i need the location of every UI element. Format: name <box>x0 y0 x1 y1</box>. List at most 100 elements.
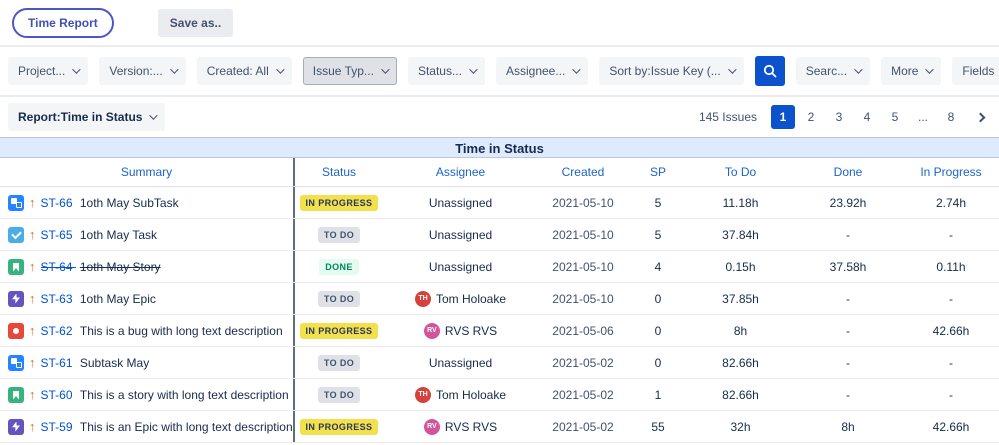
summary-cell: ↑ ST-65 1oth May Task <box>0 219 295 250</box>
chevron-down-icon <box>925 65 935 74</box>
issue-key-link[interactable]: ST-61 <box>41 356 76 370</box>
summary-cell: ↑ ST-59 This is an Epic with long text d… <box>0 411 295 442</box>
status-filter[interactable]: Status... <box>407 57 485 85</box>
column-header-assignee[interactable]: Assignee <box>383 158 538 186</box>
todo-cell: 32h <box>730 419 751 434</box>
todo-cell: 37.84h <box>722 227 759 242</box>
created-filter-label: Created: All <box>206 64 269 78</box>
in-progress-cell: 0.11h <box>936 259 966 274</box>
done-cell: - <box>846 291 850 306</box>
page-button-5[interactable]: 5 <box>883 105 907 129</box>
priority-high-icon: ↑ <box>29 195 36 210</box>
column-header-status[interactable]: Status <box>295 158 383 186</box>
sp-cell: 5 <box>654 227 662 242</box>
search-icon <box>763 64 777 78</box>
assignee-name: Unassigned <box>428 259 493 274</box>
page-button-4[interactable]: 4 <box>855 105 879 129</box>
table-row: ↑ ST-61 Subtask May TO DO Unassigned 202… <box>0 347 999 379</box>
column-header-sp[interactable]: SP <box>628 158 688 186</box>
issue-summary: This is a bug with long text description <box>79 323 283 338</box>
filter-right-group: More Fields <box>881 57 999 85</box>
column-header-todo[interactable]: To Do <box>688 158 793 186</box>
created-cell: 2021-05-10 <box>552 195 614 210</box>
search-text-filter[interactable]: Searc... <box>795 57 871 85</box>
fields-filter-label: Fields <box>962 64 995 78</box>
assignee-filter[interactable]: Assignee... <box>495 57 589 85</box>
page-button-8[interactable]: 8 <box>939 105 963 129</box>
done-cell: - <box>846 227 850 242</box>
issue-summary: 1oth May Story <box>79 259 161 274</box>
status-badge: IN PROGRESS <box>299 418 379 435</box>
chevron-down-icon <box>727 65 737 74</box>
assignee-name: Tom Holoake <box>435 291 507 306</box>
in-progress-cell: - <box>949 227 953 242</box>
assignee-avatar: RV <box>423 418 440 435</box>
page-button-2[interactable]: 2 <box>799 105 823 129</box>
time-report-button[interactable]: Time Report <box>12 7 114 38</box>
report-selector[interactable]: Report:Time in Status <box>8 103 166 131</box>
column-header-in-progress[interactable]: In Progress <box>903 158 999 186</box>
summary-text: ST-64 1oth May Story <box>41 260 161 274</box>
more-filter-label: More <box>891 64 919 78</box>
priority-high-icon: ↑ <box>29 259 36 274</box>
project-filter[interactable]: Project... <box>8 57 89 85</box>
issue-key-link[interactable]: ST-59 <box>41 420 76 434</box>
created-cell: 2021-05-10 <box>552 291 614 306</box>
save-as-button[interactable]: Save as.. <box>157 8 234 37</box>
sort-by-filter-label: Sort by:Issue Key (... <box>609 64 721 78</box>
issue-type-icon <box>8 386 24 403</box>
created-filter[interactable]: Created: All <box>196 57 292 85</box>
assignee-cell: RV RVS RVS <box>383 411 538 442</box>
column-header-done[interactable]: Done <box>793 158 903 186</box>
issue-key-link[interactable]: ST-63 <box>41 292 76 306</box>
table-row: ↑ ST-66 1oth May SubTask IN PROGRESS Una… <box>0 187 999 219</box>
status-cell: TO DO <box>295 347 383 378</box>
issue-type-filter[interactable]: Issue Typ... <box>302 57 397 85</box>
created-cell: 2021-05-10 <box>552 259 614 274</box>
todo-cell: 0.15h <box>725 259 756 274</box>
table-body: ↑ ST-66 1oth May SubTask IN PROGRESS Una… <box>0 187 999 443</box>
status-cell: DONE <box>295 251 383 282</box>
table-row: ↑ ST-63 1oth May Epic TO DO TH Tom Holoa… <box>0 283 999 315</box>
fields-filter[interactable]: Fields <box>952 57 999 85</box>
issue-summary: 1oth May Task <box>79 227 158 242</box>
issue-key-link[interactable]: ST-62 <box>41 324 76 338</box>
issue-key-link[interactable]: ST-60 <box>41 388 76 402</box>
page-button-3[interactable]: 3 <box>827 105 851 129</box>
issue-type-icon <box>8 418 24 435</box>
status-cell: IN PROGRESS <box>295 187 383 218</box>
issue-summary: This is a story with long text descripti… <box>79 387 289 402</box>
done-cell: 37.58h <box>829 259 867 274</box>
sp-cell: 55 <box>651 419 665 434</box>
issue-summary: 1oth May Epic <box>79 291 156 306</box>
column-header-summary[interactable]: Summary <box>0 158 295 186</box>
table-row: ↑ ST-64 1oth May Story DONE Unassigned 2… <box>0 251 999 283</box>
done-cell: 8h <box>841 419 855 434</box>
pagination: 1 2 3 4 5 ... 8 <box>771 105 991 129</box>
sort-by-filter[interactable]: Sort by:Issue Key (... <box>599 57 744 85</box>
column-header-created[interactable]: Created <box>538 158 628 186</box>
search-button[interactable] <box>754 56 785 86</box>
version-filter[interactable]: Version:... <box>99 57 186 85</box>
chevron-down-icon <box>169 65 179 74</box>
issue-key-link[interactable]: ST-65 <box>41 228 76 242</box>
issue-key-link[interactable]: ST-64 <box>41 260 76 274</box>
summary-cell: ↑ ST-64 1oth May Story <box>0 251 295 282</box>
assignee-name: Unassigned <box>428 227 493 242</box>
more-filter[interactable]: More <box>881 57 942 85</box>
in-progress-cell: 42.66h <box>932 323 970 338</box>
status-badge: DONE <box>319 258 359 275</box>
created-cell: 2021-05-02 <box>552 387 614 402</box>
issue-key-link[interactable]: ST-66 <box>41 196 76 210</box>
page-button-1[interactable]: 1 <box>771 105 795 129</box>
created-cell: 2021-05-06 <box>552 323 614 338</box>
done-cell: - <box>846 355 850 370</box>
in-progress-cell: 2.74h <box>935 195 967 210</box>
next-page-button[interactable] <box>967 105 991 129</box>
summary-text: ST-66 1oth May SubTask <box>41 196 179 210</box>
issue-type-icon <box>8 322 24 339</box>
done-cell: 23.92h <box>829 195 867 210</box>
sp-cell: 1 <box>654 387 662 402</box>
in-progress-cell: - <box>949 387 953 402</box>
assignee-name: RVS RVS <box>444 419 498 434</box>
